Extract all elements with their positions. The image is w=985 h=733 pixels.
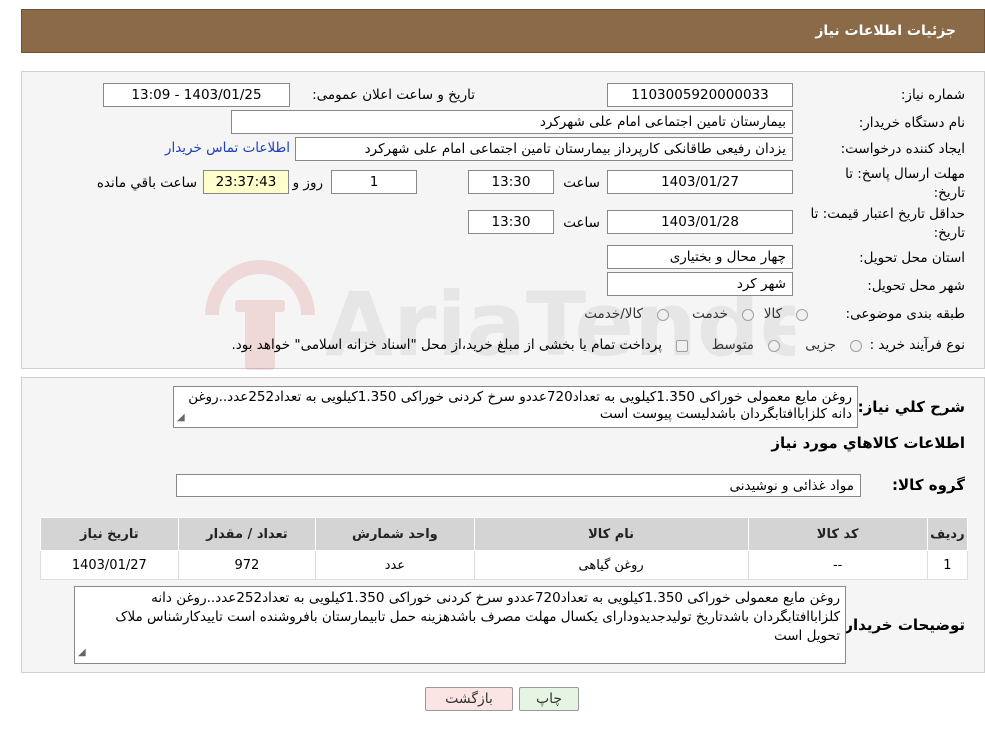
buyer-notes-text: روغن مایع معمولی خوراکی 1.350کیلویی به ت… <box>115 590 840 644</box>
reply-time-label: ساعت <box>563 175 600 191</box>
reply-date-field: 1403/01/27 <box>607 170 793 194</box>
cell-item-name: روغن گیاهی <box>473 550 749 580</box>
category-option-goods: کالا <box>763 306 782 322</box>
col-item-name: نام کالا <box>473 517 749 551</box>
cell-row-number: 1 <box>926 550 969 580</box>
remaining-time-label: ساعت باقي مانده <box>96 175 197 191</box>
remaining-time-field: 23:37:43 <box>203 170 289 194</box>
days-remaining-field: 1 <box>331 170 417 194</box>
cell-need-date: 1403/01/27 <box>40 550 179 580</box>
reply-time-field: 13:30 <box>468 170 554 194</box>
category-label: طبقه بندی موضوعی: <box>845 306 965 322</box>
city-label: شهر محل تحویل: <box>867 278 965 294</box>
goods-info-title: اطلاعات کالاهاي مورد نياز <box>771 434 965 452</box>
cell-item-code: -- <box>747 550 928 580</box>
page-title: جزئیات اطلاعات نیاز <box>815 23 956 39</box>
goods-group-label: گروه کالا: <box>892 476 965 494</box>
back-button[interactable]: بازگشت <box>425 687 513 711</box>
province-field: چهار محال و بختیاری <box>607 245 793 269</box>
category-option-goods-service: کالا/خدمت <box>584 306 643 322</box>
buyer-notes-field: روغن مایع معمولی خوراکی 1.350کیلویی به ت… <box>74 586 846 664</box>
col-quantity: تعداد / مقدار <box>177 517 317 551</box>
table-header-row: رديف کد کالا نام کالا واحد شمارش تعداد /… <box>40 517 969 551</box>
need-number-label: شماره نیاز: <box>900 87 965 103</box>
city-field: شهر کرد <box>607 272 793 296</box>
reply-deadline-label: مهلت ارسال پاسخ: تا تاریخ: <box>845 166 965 201</box>
announce-datetime-field: 1403/01/25 - 13:09 <box>103 83 290 107</box>
resize-grip-icon[interactable]: ◢ <box>78 643 86 662</box>
purchase-option-minor: جزیی <box>805 337 836 353</box>
cell-quantity: 972 <box>177 550 317 580</box>
goods-table: رديف کد کالا نام کالا واحد شمارش تعداد /… <box>40 517 969 580</box>
buyer-org-label: نام دستگاه خریدار: <box>858 115 965 131</box>
col-need-date: تاریخ نیاز <box>40 517 179 551</box>
resize-grip-icon[interactable]: ◢ <box>177 409 185 426</box>
purchase-radio-medium[interactable] <box>768 340 780 352</box>
print-button[interactable]: چاپ <box>519 687 579 711</box>
buyer-org-field: بیمارستان تامین اجتماعی امام علی شهرکرد <box>231 110 793 134</box>
purchase-type-label: نوع فرآیند خرید : <box>869 337 965 353</box>
validity-time-label: ساعت <box>563 215 600 231</box>
category-radio-goods-service[interactable] <box>657 309 669 321</box>
table-row: 1 -- روغن گیاهی عدد 972 1403/01/27 <box>40 550 969 580</box>
col-unit: واحد شمارش <box>315 517 475 551</box>
province-label: استان محل تحویل: <box>859 250 965 266</box>
goods-group-field: مواد غذائی و نوشیدنی <box>176 474 861 497</box>
treasury-payment-checkbox[interactable] <box>676 340 688 352</box>
buyer-notes-label: توضیحات خریدار: <box>838 616 965 634</box>
col-row-number: رديف <box>926 517 969 551</box>
treasury-payment-note: پرداخت تمام یا بخشی از مبلغ خرید،از محل … <box>231 337 662 353</box>
cell-unit: عدد <box>315 550 475 580</box>
col-item-code: کد کالا <box>747 517 928 551</box>
validity-time-field: 13:30 <box>468 210 554 234</box>
announce-datetime-label: تاریخ و ساعت اعلان عمومی: <box>312 87 475 103</box>
creator-field: یزدان رفیعی طاقانکی کارپرداز بیمارستان ت… <box>295 137 793 161</box>
creator-label: ایجاد کننده درخواست: <box>840 141 965 157</box>
price-validity-label: حداقل تاریخ اعتبار قیمت: تا تاریخ: <box>810 206 965 241</box>
page-header: جزئیات اطلاعات نیاز <box>21 9 985 53</box>
general-description-label: شرح کلي نياز: <box>857 398 965 416</box>
purchase-radio-minor[interactable] <box>850 340 862 352</box>
buyer-contact-link[interactable]: اطلاعات تماس خریدار <box>165 140 290 156</box>
need-number-field: 1103005920000033 <box>607 83 793 107</box>
general-description-field: روغن مایع معمولی خوراکی 1.350کیلویی به ت… <box>173 386 858 428</box>
category-radio-service[interactable] <box>742 309 754 321</box>
general-description-text: روغن مایع معمولی خوراکی 1.350کیلویی به ت… <box>188 389 852 422</box>
purchase-option-medium: متوسط <box>711 337 754 353</box>
validity-date-field: 1403/01/28 <box>607 210 793 234</box>
days-label: روز و <box>292 175 323 191</box>
category-option-service: خدمت <box>692 306 728 322</box>
category-radio-goods[interactable] <box>796 309 808 321</box>
